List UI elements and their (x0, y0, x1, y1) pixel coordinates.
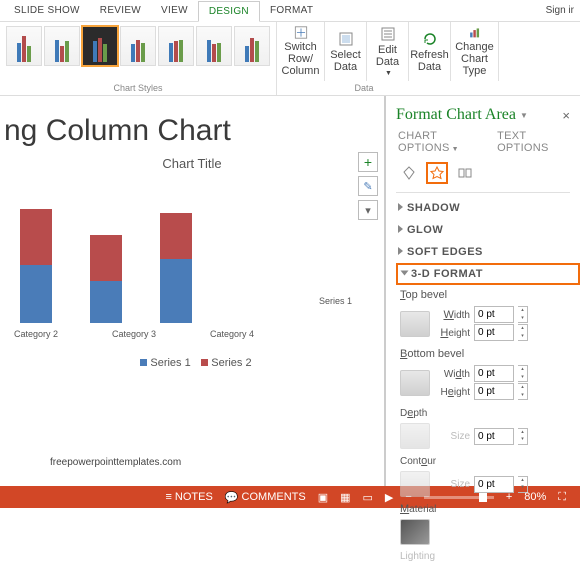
text-options-tab[interactable]: TEXT OPTIONS (497, 130, 568, 154)
width-label: Width (436, 309, 470, 321)
sorter-view-button[interactable]: ▦ (334, 491, 356, 504)
zoom-in-button[interactable]: + (500, 491, 518, 503)
chart-legend[interactable]: Series 1 Series 2 (0, 357, 384, 369)
contour-label: Contour (386, 451, 580, 469)
chart-style-thumb[interactable] (120, 26, 156, 66)
contour-color-picker[interactable] (400, 471, 430, 497)
reading-view-button[interactable]: ▭ (357, 491, 379, 504)
height-label: Height (436, 327, 470, 339)
chart-elements-button[interactable]: + (358, 152, 378, 172)
lighting-label: Lighting (386, 547, 580, 564)
notes-button[interactable]: ≡NOTES (160, 491, 219, 503)
chart-object[interactable]: Chart Title Category 2 Category 3 Catego… (0, 156, 384, 369)
plus-icon: + (364, 154, 372, 170)
tab-review[interactable]: REVIEW (90, 1, 151, 20)
tab-slideshow[interactable]: SLIDE SHOW (4, 1, 90, 20)
chart-style-thumb[interactable] (196, 26, 232, 66)
top-bevel-height-input[interactable] (474, 324, 514, 341)
pane-dropdown-icon[interactable]: ▼ (520, 111, 528, 120)
chart-filters-button[interactable]: ▾ (358, 200, 378, 220)
close-icon[interactable]: × (562, 108, 570, 123)
bottom-bevel-width-input[interactable] (474, 365, 514, 382)
chart-title[interactable]: Chart Title (0, 156, 384, 171)
fit-button[interactable]: ⛶ (552, 491, 572, 504)
spinner[interactable]: ▴▾ (518, 365, 528, 382)
chart-style-thumb[interactable] (44, 26, 80, 66)
top-bevel-width-input[interactable] (474, 306, 514, 323)
bottom-bevel-label: Bottom bevel (386, 344, 580, 362)
depth-color-picker[interactable] (400, 423, 430, 449)
series-axis-label: Series 1 (319, 296, 352, 306)
present-icon: ▶ (385, 491, 393, 504)
effects-icon[interactable] (426, 162, 448, 184)
edit-data-button[interactable]: Edit Data▼ (367, 22, 409, 81)
section-shadow[interactable]: SHADOW (386, 197, 580, 219)
section-soft-edges[interactable]: SOFT EDGES (386, 241, 580, 263)
sorter-icon: ▦ (340, 491, 350, 504)
spinner[interactable]: ▴▾ (518, 428, 528, 445)
fit-icon: ⛶ (558, 491, 566, 504)
chart-styles-button[interactable]: ✎ (358, 176, 378, 196)
signin-link[interactable]: Sign ir (546, 5, 574, 16)
switch-row-column-button[interactable]: Switch Row/ Column (277, 22, 325, 81)
footer-text: freepowerpointtemplates.com (50, 457, 181, 468)
chevron-down-icon: ▼ (452, 146, 459, 153)
spinner[interactable]: ▴▾ (518, 306, 528, 323)
format-pane: Format Chart Area ▼ × CHART OPTIONS▼ TEX… (385, 96, 580, 486)
chart-style-thumb[interactable] (234, 26, 270, 66)
chart-options-tab[interactable]: CHART OPTIONS▼ (398, 130, 485, 154)
bottom-bevel-picker[interactable] (400, 370, 430, 396)
funnel-icon: ▾ (365, 204, 371, 217)
spinner[interactable]: ▴▾ (518, 324, 528, 341)
section-glow[interactable]: GLOW (386, 219, 580, 241)
zoom-slider[interactable] (424, 496, 494, 499)
notes-icon: ≡ (166, 491, 172, 503)
comments-button[interactable]: 💬COMMENTS (219, 491, 312, 504)
section-3d-format[interactable]: 3-D FORMAT (396, 263, 580, 285)
ribbon: Chart Styles Switch Row/ Column Select D… (0, 22, 580, 96)
change-chart-type-button[interactable]: Change Chart Type (451, 22, 499, 81)
tab-design[interactable]: DESIGN (198, 1, 260, 22)
brush-icon: ✎ (363, 180, 372, 193)
depth-label: Depth (386, 403, 580, 421)
contour-size-input[interactable] (474, 476, 514, 493)
material-picker[interactable] (400, 519, 430, 545)
slide-title[interactable]: ng Column Chart (0, 96, 384, 156)
top-bevel-picker[interactable] (400, 311, 430, 337)
reading-icon: ▭ (363, 491, 373, 504)
pane-title: Format Chart Area (396, 106, 516, 124)
slideshow-view-button[interactable]: ▶ (379, 491, 399, 504)
data-group-label: Data (277, 83, 451, 93)
tab-view[interactable]: VIEW (151, 1, 198, 20)
category-label: Category 2 (6, 329, 66, 339)
chevron-down-icon: ▼ (385, 70, 392, 77)
chart-style-thumb[interactable] (6, 26, 42, 66)
chart-styles-label: Chart Styles (0, 83, 276, 93)
spinner[interactable]: ▴▾ (518, 383, 528, 400)
top-bevel-label: Top bevel (386, 285, 580, 303)
slide-canvas[interactable]: ng Column Chart Chart Title Category 2 C… (0, 96, 385, 486)
ribbon-tabs: SLIDE SHOW REVIEW VIEW DESIGN FORMAT Sig… (0, 0, 580, 22)
tab-format[interactable]: FORMAT (260, 1, 323, 20)
size-properties-icon[interactable] (454, 162, 476, 184)
comment-icon: 💬 (225, 491, 239, 504)
chart-styles-gallery[interactable] (0, 22, 276, 66)
normal-view-icon: ▣ (318, 491, 328, 504)
bottom-bevel-height-input[interactable] (474, 383, 514, 400)
spinner[interactable]: ▴▾ (518, 476, 528, 493)
select-data-button[interactable]: Select Data (325, 22, 367, 81)
depth-size-input[interactable] (474, 428, 514, 445)
chart-style-thumb-selected[interactable] (82, 26, 118, 66)
category-label: Category 3 (104, 329, 164, 339)
chart-style-thumb[interactable] (158, 26, 194, 66)
refresh-data-button[interactable]: Refresh Data (409, 22, 451, 81)
normal-view-button[interactable]: ▣ (312, 491, 334, 504)
category-label: Category 4 (202, 329, 262, 339)
zoom-level[interactable]: 80% (518, 491, 552, 503)
fill-line-icon[interactable] (398, 162, 420, 184)
